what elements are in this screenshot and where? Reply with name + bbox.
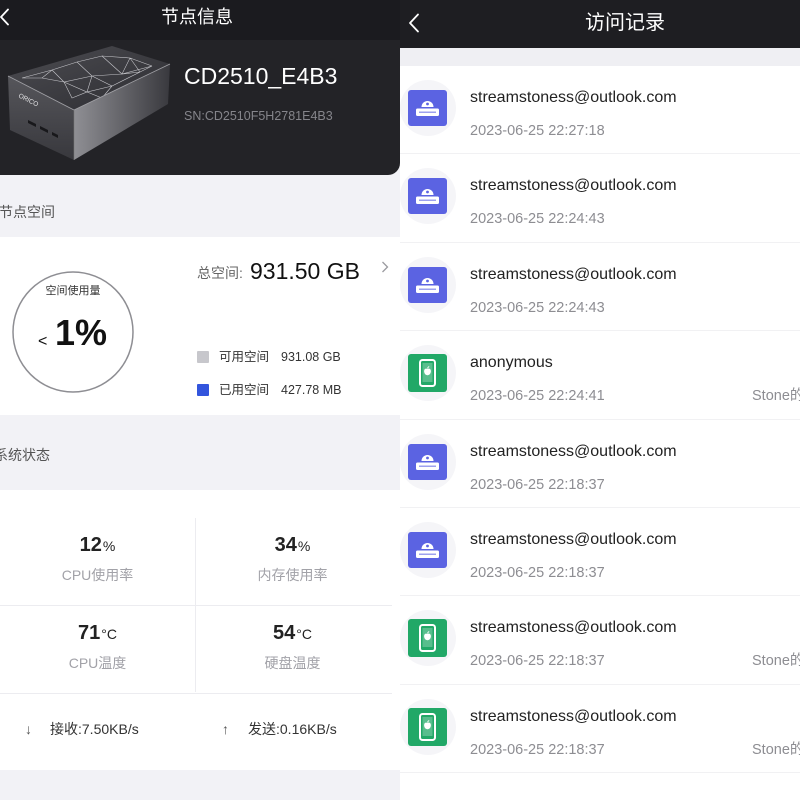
usage-percent: 1% xyxy=(55,312,108,353)
access-record-row[interactable]: streamstoness@outlook.com 2023-06-25 22:1… xyxy=(400,596,800,685)
record-time: 2023-06-25 22:27:18 xyxy=(470,123,605,139)
cpu-temp-value: 71°C xyxy=(0,621,195,647)
header-spacer xyxy=(400,48,800,66)
stat-unit: % xyxy=(102,538,116,554)
stat-unit: °C xyxy=(101,626,117,642)
divider xyxy=(0,693,392,694)
access-record-row[interactable]: streamstoness@outlook.com 2023-06-25 22:2… xyxy=(400,243,800,332)
drive-icon xyxy=(408,89,447,127)
upload-rate: 发送:0.16KB/s xyxy=(248,721,337,737)
space-section-title: 节点空间 xyxy=(0,204,55,220)
gauge-prefix: < xyxy=(38,333,48,350)
record-device: Stone的 xyxy=(752,741,800,758)
record-time: 2023-06-25 22:18:37 xyxy=(470,653,605,670)
device-name: CD2510_E4B3 xyxy=(184,63,338,89)
device-serial: SN:CD2510F5H2781E4B3 xyxy=(184,109,333,123)
access-record-row[interactable]: streamstoness@outlook.com 2023-06-25 22:1… xyxy=(400,420,800,508)
download-arrow-icon: ↓ xyxy=(25,721,32,737)
cpu-usage-value: 12% xyxy=(0,533,195,559)
used-space-label: 已用空间 xyxy=(219,383,270,397)
memory-usage-value: 34% xyxy=(195,533,390,559)
drive-icon xyxy=(408,177,447,215)
cpu-temp-label: CPU温度 xyxy=(68,655,127,671)
stat-number: 71 xyxy=(78,622,101,644)
record-user: streamstoness@outlook.com xyxy=(470,707,677,725)
node-info-header: 节点信息 xyxy=(0,0,400,40)
record-time: 2023-06-25 22:18:37 xyxy=(470,741,605,758)
drive-icon xyxy=(408,266,447,304)
record-user: streamstoness@outlook.com xyxy=(470,530,677,548)
page-title: 访问记录 xyxy=(585,12,665,34)
device-card: ORICO CD2510_E4B3 SN:CD2510F5H2781E4B3 xyxy=(0,40,400,175)
phone-icon xyxy=(408,707,447,746)
phone-icon xyxy=(408,354,447,393)
record-user: streamstoness@outlook.com xyxy=(470,177,677,195)
total-space-label: 总空间: xyxy=(197,265,243,281)
free-space-swatch xyxy=(197,351,209,363)
access-record-row[interactable]: streamstoness@outlook.com 2023-06-25 22:1… xyxy=(400,685,800,774)
record-user: streamstoness@outlook.com xyxy=(470,89,677,106)
stat-number: 34 xyxy=(274,534,297,556)
access-record-row[interactable]: streamstoness@outlook.com 2023-06-25 22:2… xyxy=(400,154,800,243)
cpu-usage-label: CPU使用率 xyxy=(61,567,134,583)
record-time: 2023-06-25 22:24:43 xyxy=(470,299,605,316)
drive-icon xyxy=(408,443,447,481)
download-rate: 接收:7.50KB/s xyxy=(50,721,139,737)
gauge-label: 空间使用量 xyxy=(45,285,101,297)
disk-temp-value: 54°C xyxy=(195,621,390,647)
stat-number: 12 xyxy=(79,534,102,556)
upload-arrow-icon: ↑ xyxy=(222,721,229,737)
access-records-header: 访问记录 xyxy=(400,0,800,48)
stat-unit: °C xyxy=(296,626,312,642)
drive-icon xyxy=(408,531,447,569)
record-device: Stone的 xyxy=(752,653,800,670)
disk-temp-label: 硬盘温度 xyxy=(264,655,321,671)
chevron-right-icon[interactable] xyxy=(381,261,389,273)
device-image: ORICO xyxy=(7,46,171,160)
page-title: 节点信息 xyxy=(161,7,233,27)
record-time: 2023-06-25 22:18:37 xyxy=(470,476,605,493)
access-record-row[interactable]: streamstoness@outlook.com 2023-06-25 22:1… xyxy=(400,508,800,597)
record-user: streamstoness@outlook.com xyxy=(470,619,677,637)
record-user: streamstoness@outlook.com xyxy=(470,265,677,283)
access-record-row[interactable]: streamstoness@outlook.com 2023-06-25 22:2… xyxy=(400,66,800,155)
record-device: Stone的 xyxy=(752,388,800,405)
record-time: 2023-06-25 22:18:37 xyxy=(470,564,605,581)
access-record-row[interactable]: anonymous 2023-06-25 22:24:41 Stone的 xyxy=(400,331,800,420)
record-time: 2023-06-25 22:24:43 xyxy=(470,211,605,228)
used-space-swatch xyxy=(197,384,209,396)
node-info-screen: 节点信息 ORICO CD2510_E4B3 SN:CD2510F5H2781E… xyxy=(0,0,400,800)
record-user: streamstoness@outlook.com xyxy=(470,442,677,460)
system-section-title: 系统状态 xyxy=(0,447,50,463)
free-space-value: 931.08 GB xyxy=(281,350,341,364)
record-user: anonymous xyxy=(470,354,553,372)
used-space-value: 427.78 MB xyxy=(281,383,342,397)
divider xyxy=(0,605,392,606)
stat-unit: % xyxy=(297,538,311,554)
chevron-left-icon[interactable] xyxy=(408,13,420,33)
access-records-screen: 访问记录 streamstoness@outlook.com 2023-06-25… xyxy=(400,0,800,800)
stat-number: 54 xyxy=(273,622,296,644)
record-time: 2023-06-25 22:24:41 xyxy=(470,388,605,405)
phone-icon xyxy=(408,619,447,658)
free-space-label: 可用空间 xyxy=(219,350,270,364)
total-space-value[interactable]: 931.50 GB xyxy=(250,257,360,285)
access-record-list: streamstoness@outlook.com 2023-06-25 22:2… xyxy=(400,66,800,774)
memory-usage-label: 内存使用率 xyxy=(257,567,328,583)
